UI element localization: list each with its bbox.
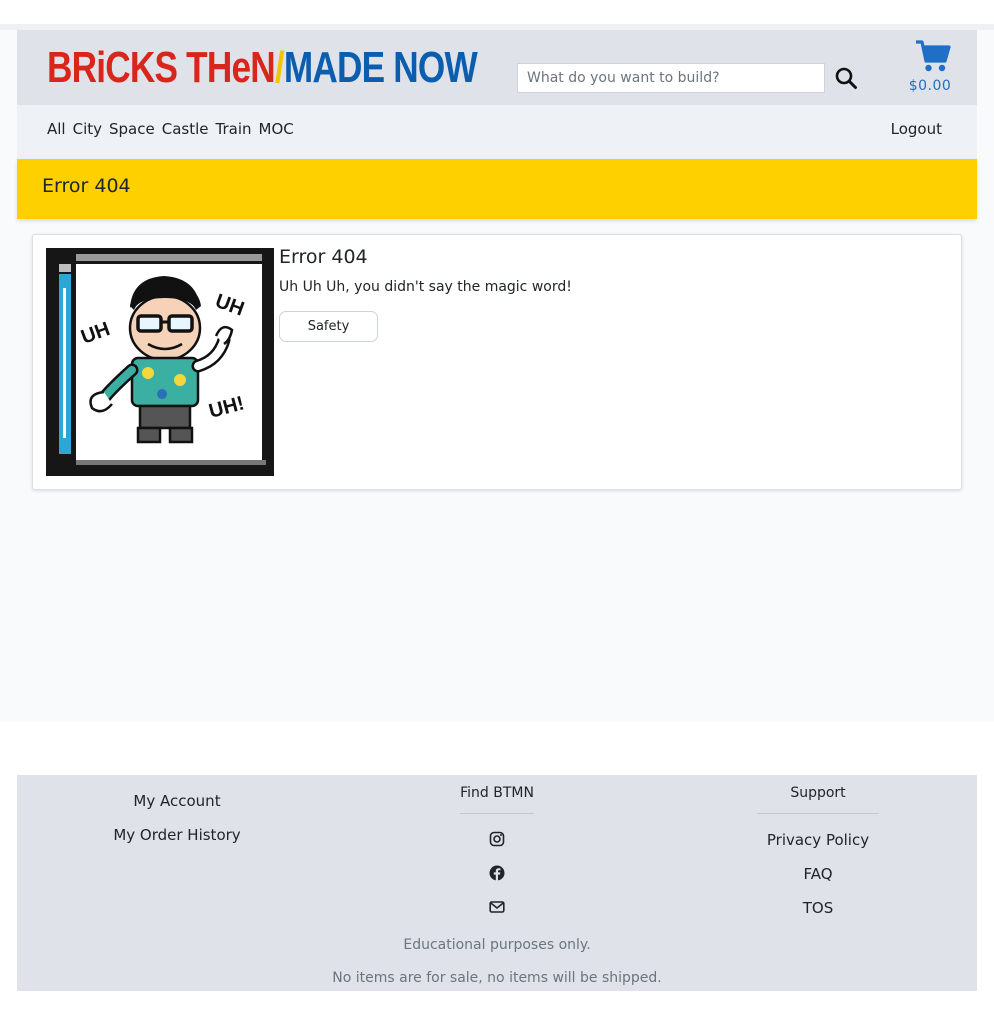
footer-find-heading: Find BTMN xyxy=(460,785,534,801)
cart-button[interactable]: $0.00 xyxy=(905,39,955,97)
nav-link-train[interactable]: Train xyxy=(216,120,252,138)
error-message: Uh Uh Uh, you didn't say the magic word! xyxy=(279,279,572,295)
logout-link[interactable]: Logout xyxy=(891,120,942,138)
error-heading: Error 404 xyxy=(279,246,368,268)
page-banner: Error 404 xyxy=(17,159,977,219)
footer-note-educational: Educational purposes only. xyxy=(403,937,591,953)
site-header: BRiCKS THeN/MADE NOW $0.00 xyxy=(17,30,977,105)
safety-button[interactable]: Safety xyxy=(279,311,378,342)
logo-part-made-now: MADE NOW xyxy=(283,43,478,92)
site-footer: My Account My Order History Find BTMN Su… xyxy=(17,775,977,991)
error-card: UH UH UH! Error 404 Uh Uh Uh, you didn't… xyxy=(32,234,962,490)
brand-logo[interactable]: BRiCKS THeN / MADE NOW xyxy=(47,41,478,95)
footer-support-heading: Support xyxy=(790,785,846,801)
search-input[interactable] xyxy=(517,63,825,93)
search-button[interactable] xyxy=(834,66,858,90)
nav-link-castle[interactable]: Castle xyxy=(162,120,209,138)
error-illustration: UH UH UH! xyxy=(46,248,274,476)
nav-link-all[interactable]: All xyxy=(47,120,66,138)
footer-link-tos[interactable]: TOS xyxy=(803,899,834,917)
envelope-icon[interactable] xyxy=(489,899,505,915)
page-title: Error 404 xyxy=(42,175,131,197)
footer-link-order-history[interactable]: My Order History xyxy=(113,826,240,844)
facebook-icon[interactable] xyxy=(489,865,505,881)
search-icon xyxy=(835,67,857,89)
shopping-cart-icon xyxy=(916,40,951,72)
nav-link-moc[interactable]: MOC xyxy=(259,120,294,138)
footer-support-divider xyxy=(757,813,879,814)
footer-link-my-account[interactable]: My Account xyxy=(133,792,220,810)
logo-part-bricks-then: BRiCKS THeN xyxy=(47,43,276,92)
footer-find-divider xyxy=(460,813,534,814)
logo-slash: / xyxy=(274,43,285,92)
footer-note-no-sale: No items are for sale, no items will be … xyxy=(332,970,662,986)
category-links: All City Space Castle Train MOC xyxy=(47,120,294,138)
cart-total: $0.00 xyxy=(908,78,952,94)
footer-link-privacy-policy[interactable]: Privacy Policy xyxy=(767,831,869,849)
category-nav: All City Space Castle Train MOC Logout xyxy=(17,105,977,159)
browser-top-strip xyxy=(0,0,994,30)
footer-link-faq[interactable]: FAQ xyxy=(803,865,832,883)
nav-link-city[interactable]: City xyxy=(73,120,102,138)
nav-link-space[interactable]: Space xyxy=(109,120,155,138)
instagram-icon[interactable] xyxy=(489,831,505,847)
